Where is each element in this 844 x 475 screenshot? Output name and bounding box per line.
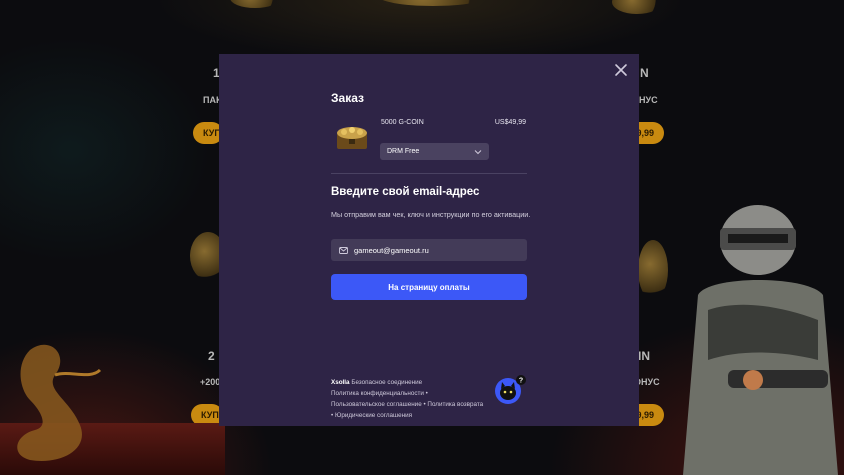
platform-select-value: DRM Free xyxy=(387,148,420,155)
secure-connection-text: Безопасное соединение xyxy=(351,379,423,386)
bg-offer-name-right-1: N xyxy=(640,66,649,80)
soldier-character-art xyxy=(683,205,838,475)
refund-policy-link[interactable]: Политика возврата xyxy=(427,401,483,408)
xsolla-logo: Xsolla xyxy=(331,379,350,386)
bg-buy-label-right-1: 9,99 xyxy=(636,128,654,138)
product-name: 5000 G-COIN xyxy=(381,119,424,126)
platform-select[interactable]: DRM Free xyxy=(380,143,489,160)
coin-pile-right-mid xyxy=(638,240,668,300)
bg-offer-name-right-2: IN xyxy=(638,349,650,363)
user-agreement-link[interactable]: Пользовательское соглашение xyxy=(331,401,422,408)
svg-text:?: ? xyxy=(519,378,523,385)
support-bot-icon[interactable]: ? xyxy=(493,375,527,405)
email-section-description: Мы отправим вам чек, ключ и инструкции п… xyxy=(331,210,531,219)
close-icon[interactable] xyxy=(614,63,628,77)
email-field[interactable] xyxy=(331,239,527,261)
privacy-policy-link[interactable]: Политика конфиденциальности xyxy=(331,390,424,397)
bg-buy-label-right-2: 9,99 xyxy=(636,410,654,420)
legal-agreements-link[interactable]: Юридические соглашения xyxy=(335,412,412,419)
bg-offer-bonus-right-1: НУС xyxy=(639,95,658,105)
order-title: Заказ xyxy=(331,91,364,105)
product-price: US$49,99 xyxy=(494,119,526,126)
email-section-title: Введите свой email-адрес xyxy=(331,186,480,198)
email-input[interactable] xyxy=(354,245,514,255)
section-divider xyxy=(331,173,527,174)
email-icon xyxy=(339,246,348,254)
bg-offer-label-2: +200 xyxy=(200,377,221,387)
go-to-payment-button[interactable]: На страницу оплаты xyxy=(331,274,527,300)
modal-footer: Xsolla Безопасное соединение Политика ко… xyxy=(331,377,501,421)
golden-dragon-statue xyxy=(17,344,102,461)
chevron-down-icon xyxy=(474,149,482,154)
footer-separator: • xyxy=(423,390,428,397)
bg-offer-count-2: 2 xyxy=(208,349,215,363)
bg-buy-label-2: КУП xyxy=(201,410,219,420)
gold-chest-icon xyxy=(337,127,367,149)
